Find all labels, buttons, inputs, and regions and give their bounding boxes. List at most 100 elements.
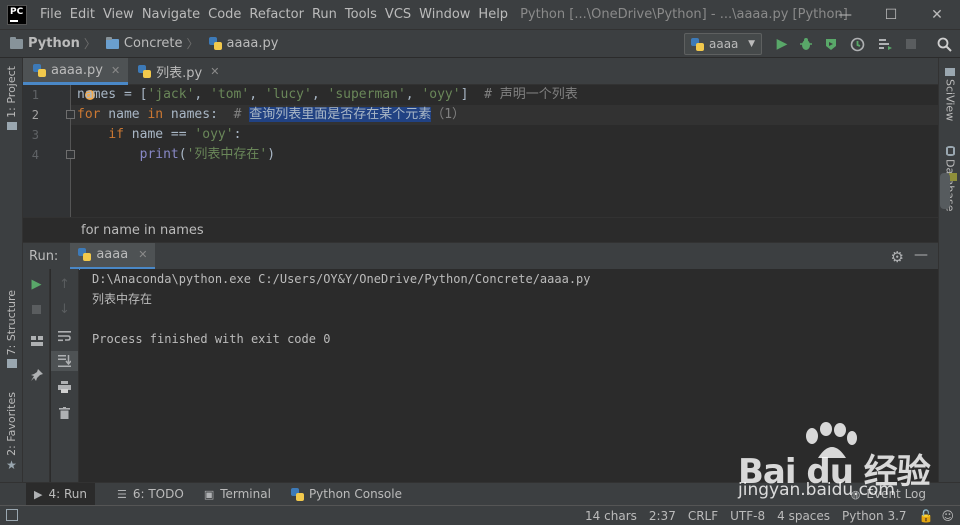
menu-view[interactable]: View bbox=[99, 0, 138, 29]
menu-edit[interactable]: Edit bbox=[66, 0, 99, 29]
status-indent[interactable]: 4 spaces bbox=[777, 509, 830, 523]
stop-icon[interactable] bbox=[903, 36, 919, 52]
console-line: Process finished with exit code 0 bbox=[92, 332, 331, 346]
close-window-button[interactable]: ✕ bbox=[914, 0, 960, 29]
profile-icon[interactable] bbox=[849, 36, 865, 52]
bottom-tool-tabs: ▶ 4: Run ☰ 6: TODO ▣ Terminal Python Con… bbox=[0, 482, 960, 506]
scroll-to-end-icon[interactable] bbox=[51, 351, 78, 371]
code-token: names: bbox=[163, 107, 234, 122]
inspection-status-icon[interactable] bbox=[949, 173, 957, 181]
run-console-output[interactable]: D:\Anaconda\python.exe C:/Users/OY&Y/One… bbox=[80, 269, 938, 482]
line-number: 2 bbox=[31, 108, 39, 122]
tool-windows-toggle-icon[interactable] bbox=[6, 509, 18, 521]
tab-aaaa-py[interactable]: aaaa.py ✕ bbox=[23, 58, 129, 85]
print-icon[interactable] bbox=[51, 377, 78, 397]
breadcrumb-folder[interactable]: Concrete 〉 bbox=[105, 35, 199, 52]
menu-file[interactable]: File bbox=[36, 0, 66, 29]
code-keyword: if bbox=[108, 127, 124, 142]
tool-tab-run[interactable]: ▶ 4: Run bbox=[26, 482, 95, 506]
tool-tab-todo[interactable]: ☰ 6: TODO bbox=[109, 483, 192, 506]
pycharm-logo-icon: PC bbox=[7, 4, 27, 25]
code-string: 'lucy' bbox=[264, 87, 312, 102]
menu-window[interactable]: Window bbox=[415, 0, 474, 29]
close-tab-icon[interactable]: ✕ bbox=[111, 64, 120, 77]
breadcrumb-file[interactable]: aaaa.py bbox=[208, 36, 278, 51]
structure-tool-tab[interactable]: 7: Structure bbox=[0, 290, 23, 369]
arrow-down-icon[interactable]: ↓ bbox=[51, 299, 78, 319]
star-icon: ★ bbox=[6, 457, 17, 472]
breadcrumb-label: Concrete bbox=[123, 36, 183, 51]
run-with-coverage-icon[interactable] bbox=[823, 36, 839, 52]
menu-navigate[interactable]: Navigate bbox=[138, 0, 204, 29]
menu-tools[interactable]: Tools bbox=[341, 0, 381, 29]
line-number: 1 bbox=[31, 88, 39, 102]
pin-icon[interactable] bbox=[23, 365, 50, 385]
editor-scrollbar[interactable] bbox=[940, 173, 950, 209]
code-token: , bbox=[194, 87, 211, 102]
run-icon[interactable]: ▶ bbox=[774, 36, 790, 52]
search-icon[interactable] bbox=[936, 36, 952, 52]
line-number: 4 bbox=[31, 148, 39, 162]
status-caret-position[interactable]: 2:37 bbox=[649, 509, 676, 523]
code-editor[interactable]: 1 2 3 4 names = ['jack', 'tom', 'lucy', … bbox=[23, 85, 957, 217]
left-tool-strip: 1: Project 7: Structure 2: Favorites ★ bbox=[0, 58, 23, 482]
breadcrumb-project[interactable]: Python 〉 bbox=[10, 35, 96, 52]
project-tool-tab[interactable]: 1: Project bbox=[0, 66, 23, 130]
concurrency-diagram-icon[interactable] bbox=[877, 36, 893, 52]
tab-list-py[interactable]: 列表.py ✕ bbox=[128, 58, 227, 85]
structure-tool-label: 7: Structure bbox=[5, 290, 18, 356]
python-console-icon bbox=[290, 487, 304, 501]
inspector-face-icon[interactable]: ☺ bbox=[941, 509, 954, 523]
menu-vcs[interactable]: VCS bbox=[381, 0, 415, 29]
folder-icon bbox=[105, 36, 119, 49]
close-tab-icon[interactable]: ✕ bbox=[138, 248, 147, 261]
code-breadcrumb[interactable]: for name in names bbox=[23, 217, 938, 242]
code-token: , bbox=[249, 87, 265, 102]
status-encoding[interactable]: UTF-8 bbox=[730, 509, 765, 523]
soft-wrap-icon[interactable] bbox=[51, 326, 78, 346]
arrow-up-icon[interactable]: ↑ bbox=[51, 274, 78, 294]
menu-code[interactable]: Code bbox=[204, 0, 245, 29]
gear-icon[interactable]: ⚙ bbox=[891, 248, 904, 266]
status-bar: 14 chars 2:37 CRLF UTF-8 4 spaces Python… bbox=[0, 505, 960, 525]
close-tab-icon[interactable]: ✕ bbox=[210, 65, 219, 78]
code-string: '列表中存在' bbox=[186, 147, 268, 162]
right-tool-strip: SciView Database bbox=[938, 58, 960, 482]
code-comment: # 声明一个列表 bbox=[484, 87, 578, 102]
menu-run[interactable]: Run bbox=[308, 0, 341, 29]
trash-icon[interactable] bbox=[51, 403, 78, 423]
menu-refactor[interactable]: Refactor bbox=[245, 0, 308, 29]
restore-layout-icon[interactable] bbox=[23, 331, 50, 351]
code-builtin: print bbox=[139, 147, 179, 162]
tool-tab-terminal[interactable]: ▣ Terminal bbox=[196, 483, 279, 506]
favorites-tool-tab[interactable]: 2: Favorites ★ bbox=[0, 392, 23, 472]
run-toolbar-secondary: ↑ ↓ bbox=[51, 269, 79, 482]
sciview-tool-tab[interactable]: SciView bbox=[939, 68, 960, 121]
debug-bug-icon[interactable] bbox=[798, 36, 814, 52]
minimize-panel-icon[interactable]: — bbox=[914, 247, 928, 263]
run-configuration-select[interactable]: aaaa ▼ bbox=[684, 33, 762, 55]
minimize-button[interactable]: — bbox=[822, 0, 868, 29]
fold-marker-icon[interactable] bbox=[66, 110, 75, 119]
status-line-separator[interactable]: CRLF bbox=[688, 509, 718, 523]
event-log-icon: ◍ bbox=[850, 487, 861, 501]
database-icon bbox=[945, 146, 955, 156]
menu-help[interactable]: Help bbox=[474, 0, 512, 29]
window-controls: — ☐ ✕ bbox=[822, 0, 960, 29]
run-tab-aaaa[interactable]: aaaa ✕ bbox=[70, 242, 156, 270]
code-keyword: for bbox=[77, 107, 101, 122]
console-line: D:\Anaconda\python.exe C:/Users/OY&Y/One… bbox=[92, 272, 591, 286]
maximize-button[interactable]: ☐ bbox=[868, 0, 914, 29]
code-comment: （1） bbox=[431, 107, 466, 122]
stop-icon[interactable] bbox=[23, 299, 50, 319]
fold-marker-icon[interactable] bbox=[66, 150, 75, 159]
lock-icon[interactable]: 🔓 bbox=[919, 509, 934, 523]
breadcrumb-label: Python bbox=[28, 36, 80, 51]
status-interpreter[interactable]: Python 3.7 bbox=[842, 509, 907, 523]
tool-tab-event-log[interactable]: ◍ Event Log bbox=[843, 483, 934, 506]
navigation-bar: Python 〉 Concrete 〉 aaaa.py aaaa ▼ ▶ bbox=[0, 29, 960, 58]
code-breadcrumb-label: for name in names bbox=[81, 222, 204, 238]
rerun-icon[interactable]: ▶ bbox=[23, 274, 50, 294]
tool-tab-python-console[interactable]: Python Console bbox=[283, 483, 410, 506]
